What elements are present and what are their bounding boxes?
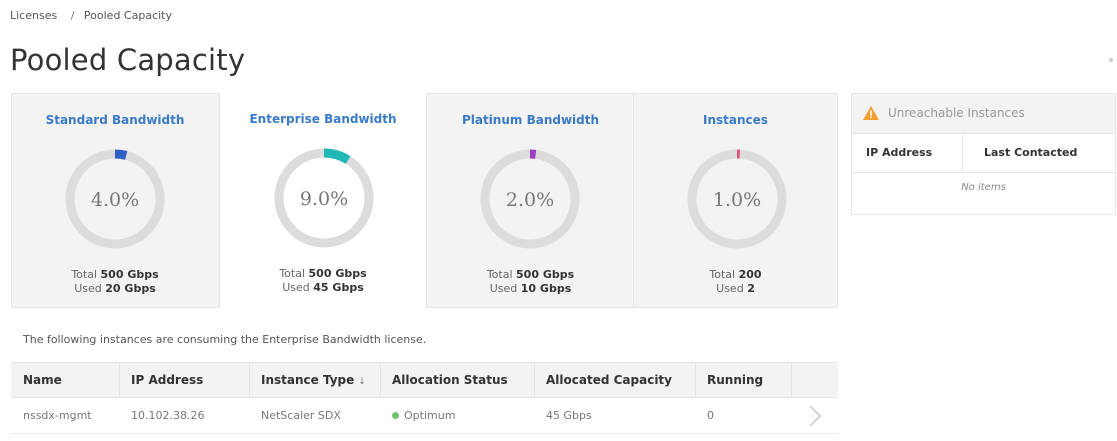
donut-percent: 4.0%	[91, 189, 139, 211]
tile-platinum-bandwidth[interactable]: Platinum Bandwidth 2.0% Total 500 Gbps U…	[428, 94, 633, 308]
cell-allocation-status: Optimum	[380, 398, 534, 434]
tile-total: Total 200	[709, 268, 762, 281]
license-tiles: Standard Bandwidth 4.0% Total 500 Gbps U…	[11, 93, 838, 309]
donut-arc	[114, 149, 128, 160]
unreachable-instances-panel: Unreachable Instances IP Address Last Co…	[851, 93, 1116, 215]
tile-title: Standard Bandwidth	[45, 113, 185, 127]
tile-used: Used 45 Gbps	[282, 281, 364, 294]
column-header-allocation-status[interactable]: Allocation Status	[380, 363, 534, 397]
donut-percent: 2.0%	[506, 189, 554, 211]
breadcrumb-current: Pooled Capacity	[83, 9, 172, 22]
pooled-capacity-panel: Standard Bandwidth 4.0% Total 500 Gbps U…	[11, 93, 838, 441]
column-header-running[interactable]: Running	[695, 363, 791, 397]
breadcrumb-separator: /	[70, 9, 75, 22]
tile-instances[interactable]: Instances 1.0% Total 200 Used 2	[634, 94, 837, 308]
cell-running: 0	[707, 409, 714, 422]
warning-triangle-icon	[863, 106, 879, 120]
donut-chart: 4.0%	[65, 149, 165, 249]
tile-used: Used 10 Gbps	[489, 282, 572, 295]
column-header-allocated-capacity[interactable]: Allocated Capacity	[534, 363, 695, 397]
tile-enterprise-bandwidth[interactable]: Enterprise Bandwidth 9.0% Total 500 Gbps…	[219, 93, 427, 309]
cell-ip-address: 10.102.38.26	[131, 409, 205, 422]
column-header-instance-type[interactable]: Instance Type ↓	[249, 363, 380, 397]
tile-total: Total 500 Gbps	[71, 268, 159, 281]
donut-chart: 1.0%	[687, 149, 787, 249]
tile-title: Instances	[703, 113, 768, 127]
donut-chart: 9.0%	[274, 148, 374, 248]
table-row[interactable]: nssdx-mgmt 10.102.38.26 NetScaler SDX Op…	[11, 398, 838, 434]
donut-arc	[323, 148, 351, 164]
table-divider	[852, 172, 1115, 173]
column-header-name[interactable]: Name	[11, 363, 119, 397]
cell-name: nssdx-mgmt	[23, 409, 92, 422]
sort-down-icon[interactable]: ↓	[358, 377, 366, 387]
tile-title: Platinum Bandwidth	[461, 113, 600, 127]
breadcrumb-licenses-link[interactable]: Licenses	[10, 9, 57, 22]
column-separator	[962, 134, 963, 172]
unreachable-instances-title: Unreachable Instances	[888, 106, 1025, 120]
cell-instance-type: NetScaler SDX	[261, 409, 341, 422]
column-header-last-contacted[interactable]: Last Contacted	[984, 134, 1077, 172]
breadcrumb: Licenses / Pooled Capacity	[10, 9, 176, 22]
tile-title: Enterprise Bandwidth	[249, 112, 397, 126]
column-separator	[791, 363, 792, 397]
chevron-right-icon[interactable]	[806, 403, 824, 429]
tile-total: Total 500 Gbps	[279, 267, 367, 280]
tile-used: Used 2	[716, 282, 755, 295]
donut-percent: 9.0%	[300, 188, 348, 210]
status-ok-icon	[392, 412, 399, 419]
tile-standard-bandwidth[interactable]: Standard Bandwidth 4.0% Total 500 Gbps U…	[12, 94, 218, 308]
status-text: Optimum	[404, 409, 456, 422]
column-header-ip-address[interactable]: IP Address	[866, 134, 932, 172]
consumption-note: The following instances are consuming th…	[23, 333, 427, 346]
donut-percent: 1.0%	[713, 189, 761, 211]
unreachable-instances-header: Unreachable Instances	[852, 94, 1115, 134]
tile-used: Used 20 Gbps	[74, 282, 156, 295]
corner-dot	[1109, 58, 1113, 62]
empty-state-text: No items	[961, 182, 1006, 193]
page-title: Pooled Capacity	[10, 43, 246, 77]
instances-table-header: Name IP Address Instance Type ↓ Allocatio…	[11, 362, 838, 398]
column-header-ip-address[interactable]: IP Address	[119, 363, 249, 397]
donut-chart: 2.0%	[480, 149, 580, 249]
tile-total: Total 500 Gbps	[486, 268, 575, 281]
cell-allocated-capacity: 45 Gbps	[546, 409, 592, 422]
